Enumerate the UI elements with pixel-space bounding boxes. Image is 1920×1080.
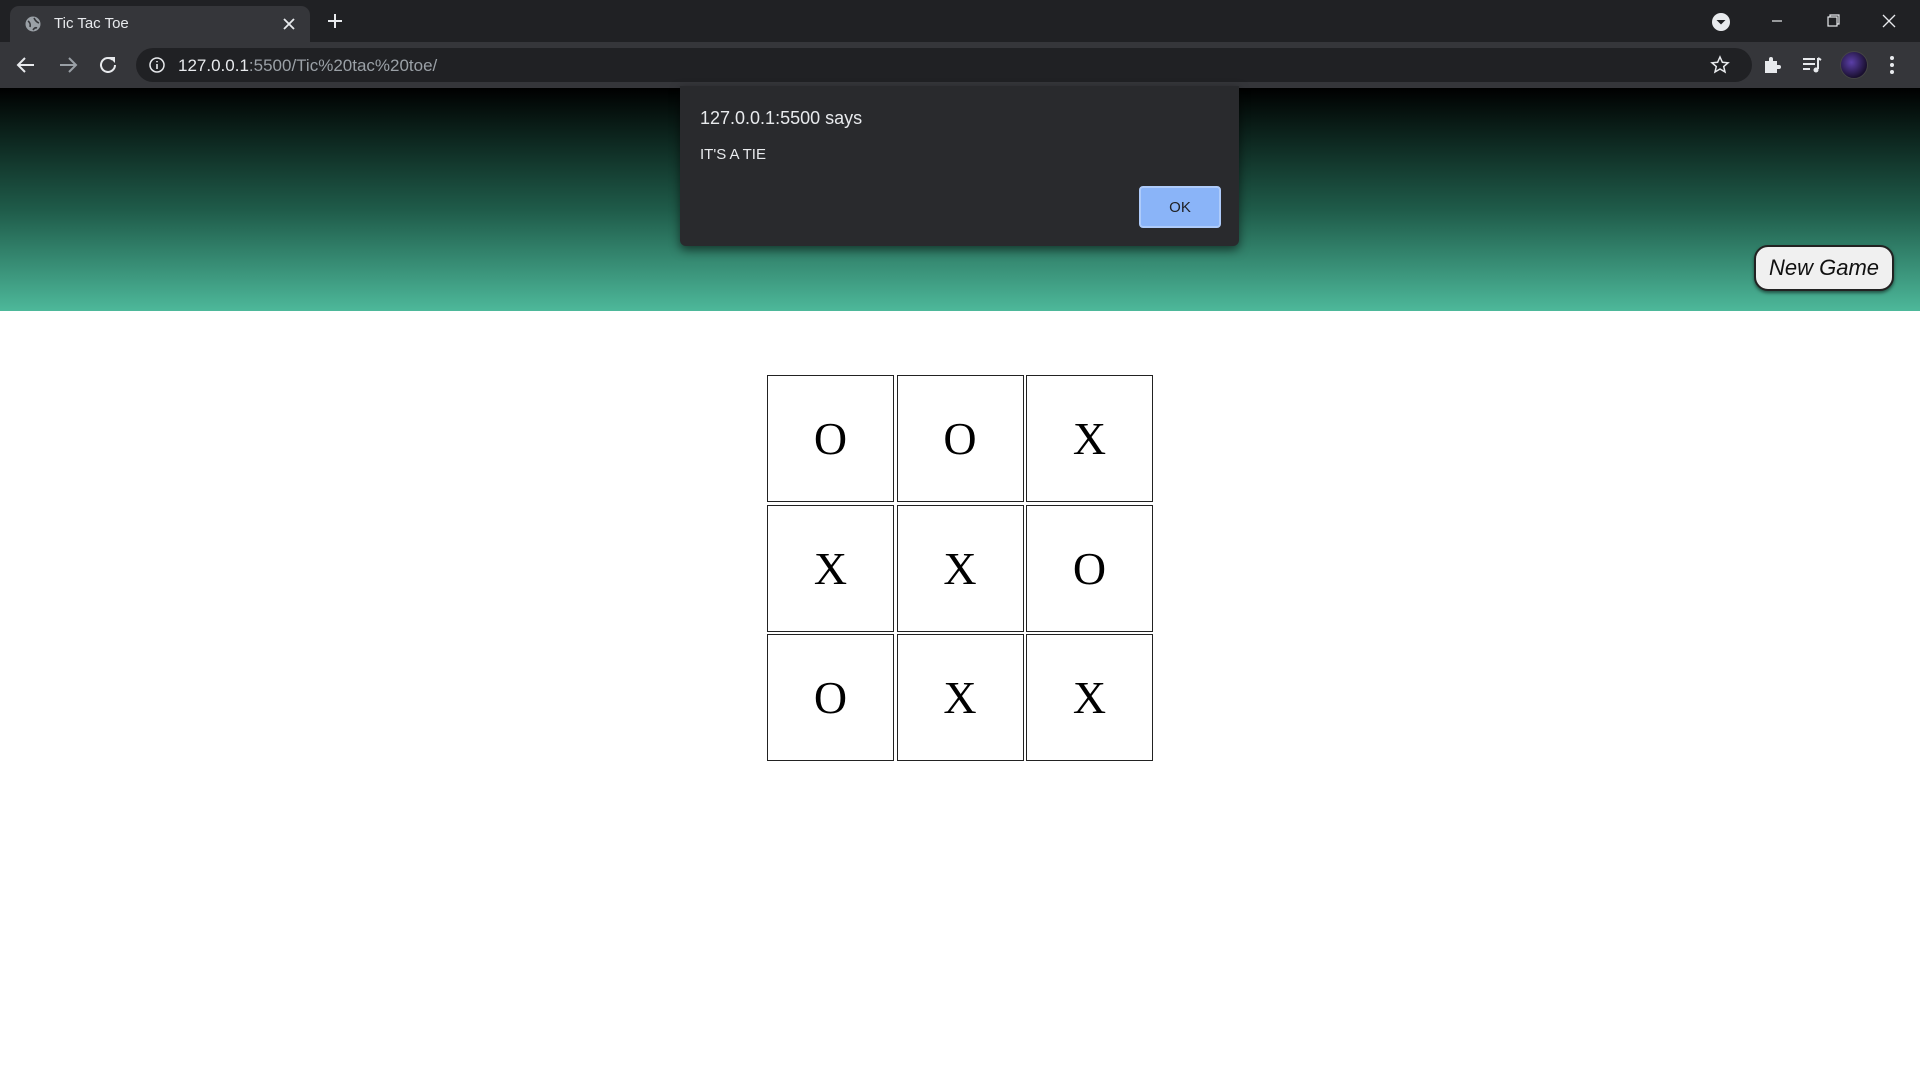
url-path: :5500/Tic%20tac%20toe/ [248,56,438,75]
info-icon[interactable] [148,56,166,74]
browser-toolbar: 127.0.0.1:5500/Tic%20tac%20toe/ [0,42,1920,88]
board-cell[interactable]: X [767,504,894,632]
star-icon[interactable] [1710,55,1730,75]
forward-arrow-icon[interactable] [56,53,80,77]
back-arrow-icon[interactable] [14,53,38,77]
board-cell[interactable]: O [767,634,894,761]
close-icon[interactable] [280,15,298,33]
board-cell[interactable]: X [896,634,1024,761]
avatar[interactable] [1840,51,1868,79]
url-host: 127.0.0.1 [178,56,249,75]
board-cell[interactable]: X [896,504,1024,632]
plus-icon[interactable] [325,11,345,31]
globe-icon [25,16,41,32]
tab-title: Tic Tac Toe [54,15,129,32]
address-bar[interactable]: 127.0.0.1:5500/Tic%20tac%20toe/ [136,48,1752,82]
browser-tab-strip: Tic Tac Toe [0,0,1920,42]
board-cell[interactable]: O [767,375,894,502]
board-cell[interactable]: X [1026,375,1153,502]
media-icon[interactable] [1800,53,1824,77]
url-text[interactable]: 127.0.0.1:5500/Tic%20tac%20toe/ [178,56,437,76]
ok-button[interactable]: OK [1139,186,1221,228]
browser-tab[interactable]: Tic Tac Toe [10,6,310,42]
board-cell[interactable]: O [896,375,1024,502]
restore-icon[interactable] [1810,6,1856,36]
alert-dialog: 127.0.0.1:5500 says IT'S A TIE OK [680,86,1239,246]
dialog-message: IT'S A TIE [700,146,766,163]
new-game-button[interactable]: New Game [1754,245,1894,291]
tab-search-icon[interactable] [1710,11,1732,33]
kebab-menu-icon[interactable] [1880,53,1904,77]
window-close-icon[interactable] [1866,6,1912,36]
board-cell[interactable]: X [1026,634,1153,761]
board-cell[interactable]: O [1026,504,1153,632]
dialog-title: 127.0.0.1:5500 says [700,108,863,128]
game-board: O O X X X O O X X [767,375,1153,761]
puzzle-icon[interactable] [1760,53,1784,77]
minimize-icon[interactable] [1754,6,1800,36]
reload-icon[interactable] [96,53,120,77]
